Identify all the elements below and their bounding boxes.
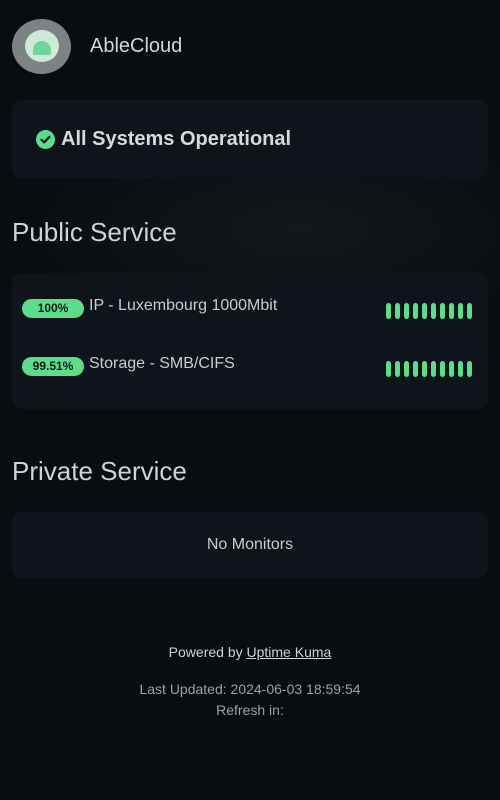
empty-state-text: No Monitors [206, 536, 294, 553]
heartbeat-bar[interactable] [386, 303, 472, 319]
monitor-name[interactable]: IP - Luxembourg 1000Mbit [89, 297, 386, 315]
monitor-item[interactable]: 99.51% Storage - SMB/CIFS [22, 354, 472, 378]
heartbeat-up[interactable] [386, 361, 391, 377]
uptime-badge: 99.51% [22, 356, 84, 376]
powered-by-prefix: Powered by [168, 644, 243, 660]
header: AbleCloud [12, 18, 182, 74]
heartbeat-up[interactable] [449, 361, 454, 377]
heartbeat-up[interactable] [458, 303, 463, 319]
powered-by: Powered by Uptime Kuma [0, 644, 500, 660]
heartbeat-up[interactable] [413, 303, 418, 319]
heartbeat-up[interactable] [440, 361, 445, 377]
logo[interactable] [12, 18, 71, 74]
heartbeat-up[interactable] [458, 361, 463, 377]
overall-status-text: All Systems Operational [61, 127, 292, 150]
refresh-countdown: Refresh in: [216, 702, 284, 718]
monitor-name[interactable]: Storage - SMB/CIFS [89, 355, 386, 373]
uptime-kuma-logo-icon [24, 30, 59, 62]
private-service-list: No Monitors [12, 512, 488, 578]
heartbeat-bar[interactable] [386, 361, 472, 377]
heartbeat-up[interactable] [413, 361, 418, 377]
public-service-list: 100% IP - Luxembourg 1000Mbit 99.51% Sto… [12, 273, 488, 409]
heartbeat-up[interactable] [395, 303, 400, 319]
heartbeat-up[interactable] [431, 361, 436, 377]
uptime-badge: 100% [22, 298, 84, 318]
last-updated: Last Updated: 2024-06-03 18:59:54 [139, 681, 361, 697]
heartbeat-up[interactable] [404, 303, 409, 319]
heartbeat-up[interactable] [404, 361, 409, 377]
heartbeat-up[interactable] [386, 303, 391, 319]
private-service-title: Private Service [12, 456, 187, 486]
heartbeat-up[interactable] [440, 303, 445, 319]
heartbeat-up[interactable] [422, 361, 427, 377]
public-service-title: Public Service [12, 217, 177, 247]
heartbeat-up[interactable] [449, 303, 454, 319]
heartbeat-up[interactable] [431, 303, 436, 319]
overall-status-card: All Systems Operational [12, 100, 488, 178]
app-title: AbleCloud [90, 34, 183, 57]
heartbeat-up[interactable] [467, 361, 472, 377]
heartbeat-up[interactable] [422, 303, 427, 319]
check-circle-icon [36, 130, 55, 149]
heartbeat-up[interactable] [467, 303, 472, 319]
monitor-item[interactable]: 100% IP - Luxembourg 1000Mbit [22, 296, 472, 320]
uptime-kuma-link[interactable]: Uptime Kuma [247, 644, 332, 660]
heartbeat-up[interactable] [395, 361, 400, 377]
status-page: AbleCloud All Systems Operational Public… [0, 0, 500, 800]
